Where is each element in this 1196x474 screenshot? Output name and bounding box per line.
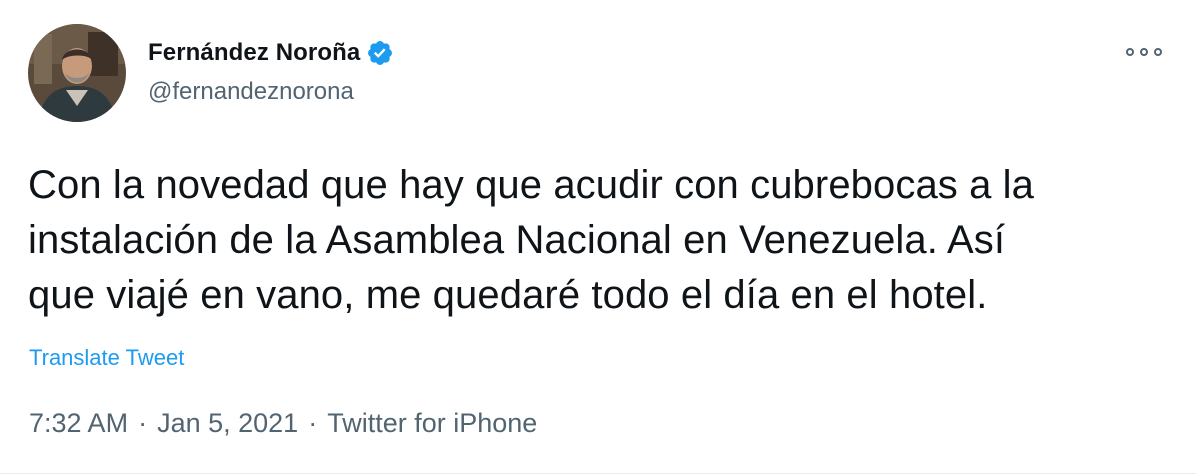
- more-dot: [1140, 48, 1148, 56]
- tweet-source[interactable]: Twitter for iPhone: [327, 408, 537, 438]
- tweet-metadata: 7:32 AM · Jan 5, 2021 · Twitter for iPhone: [29, 408, 537, 439]
- tweet-date[interactable]: Jan 5, 2021: [157, 408, 298, 438]
- tweet-text: Con la novedad que hay que acudir con cu…: [28, 158, 1148, 323]
- translate-tweet-link[interactable]: Translate Tweet: [29, 345, 184, 371]
- tweet-text-line: que viajé en vano, me quedaré todo el dí…: [28, 273, 988, 317]
- avatar[interactable]: [28, 24, 126, 122]
- tweet-text-line: instalación de la Asamblea Nacional en V…: [28, 218, 1006, 262]
- author-display-name[interactable]: Fernández Noroña: [148, 39, 360, 67]
- author-handle[interactable]: @fernandeznorona: [148, 78, 354, 106]
- more-options-icon[interactable]: [1126, 42, 1162, 62]
- more-dot: [1126, 48, 1134, 56]
- tweet-time[interactable]: 7:32 AM: [29, 408, 128, 438]
- verified-badge-icon: [366, 39, 394, 67]
- meta-separator: ·: [308, 408, 318, 438]
- tweet-text-line: Con la novedad que hay que acudir con cu…: [28, 163, 1035, 207]
- avatar-photo: [28, 24, 126, 122]
- tweet-card: Fernández Noroña @fernandeznorona Con la…: [0, 0, 1196, 474]
- author-name-row[interactable]: Fernández Noroña: [148, 36, 394, 70]
- meta-separator: ·: [138, 408, 148, 438]
- more-dot: [1154, 48, 1162, 56]
